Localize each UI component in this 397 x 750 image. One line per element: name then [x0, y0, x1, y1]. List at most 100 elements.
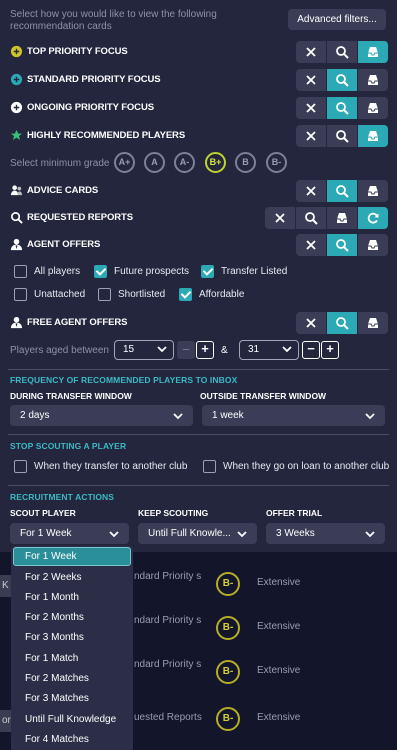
search-toggle[interactable] [327, 125, 357, 147]
inbox-toggle[interactable] [358, 69, 388, 91]
during-window-dropdown[interactable]: 2 days [10, 405, 193, 426]
grade-option[interactable]: B- [266, 152, 287, 173]
search-toggle[interactable] [327, 41, 357, 63]
search-toggle[interactable] [327, 69, 357, 91]
search-toggle[interactable] [296, 207, 326, 229]
inbox-icon [368, 240, 378, 250]
inbox-toggle[interactable] [358, 234, 388, 256]
menu-item-selected[interactable]: For 1 Week [13, 547, 131, 566]
inbox-toggle[interactable] [358, 125, 388, 147]
min-age-select[interactable]: 15 [114, 340, 174, 360]
row-label: ndard Priority s [134, 571, 202, 582]
search-icon [336, 102, 349, 115]
max-age-decrement-button[interactable]: − [302, 341, 320, 359]
inbox-icon [337, 213, 347, 223]
checkbox-box [203, 460, 216, 473]
menu-item[interactable]: For 3 Months [11, 628, 133, 647]
outside-window-value: 1 week [212, 410, 244, 421]
recommendation-filters-panel: Select how you would like to view the fo… [0, 0, 397, 552]
min-age-value: 15 [123, 344, 135, 355]
search-toggle[interactable] [327, 312, 357, 334]
search-toggle[interactable] [327, 180, 357, 202]
grade-option[interactable]: A+ [114, 152, 135, 173]
free-agent-offers-row: FREE AGENT OFFERS [0, 312, 397, 334]
max-age-increment-button[interactable]: + [321, 341, 339, 359]
menu-item[interactable]: For 2 Weeks [11, 568, 133, 587]
row-label: FREE AGENT OFFERS [27, 317, 128, 328]
row-grade: B- [216, 572, 240, 596]
stop-scouting-section-title: STOP SCOUTING A PLAYER [10, 441, 127, 451]
chevron-down-icon [365, 531, 375, 538]
scout-player-menu: For 1 Week For 2 Weeks For 1 Month For 2… [11, 546, 133, 750]
menu-item[interactable]: For 1 Month [11, 588, 133, 607]
search-icon [336, 317, 349, 330]
chevron-down-icon [173, 413, 183, 420]
hide-toggle[interactable] [296, 69, 326, 91]
search-icon [336, 239, 349, 252]
checkbox-label: Future prospects [114, 266, 190, 277]
agent-offers-row: AGENT OFFERS [0, 234, 397, 256]
grade-option[interactable]: A [144, 152, 165, 173]
hide-toggle[interactable] [296, 41, 326, 63]
search-toggle[interactable] [327, 97, 357, 119]
menu-item[interactable]: For 1 Match [11, 649, 133, 668]
agent-icon [10, 316, 23, 329]
keep-scouting-label: KEEP SCOUTING [138, 508, 209, 518]
max-age-select[interactable]: 31 [239, 340, 299, 360]
people-icon [10, 185, 23, 196]
frequency-section-title: FREQUENCY OF RECOMMENDED PLAYERS TO INBO… [10, 375, 238, 385]
advanced-filters-button[interactable]: Advanced filters... [288, 9, 386, 30]
checkbox-label: When they transfer to another club [34, 461, 188, 472]
offer-trial-dropdown[interactable]: 3 Weeks [266, 523, 385, 544]
inbox-icon [368, 318, 378, 328]
auto-refresh-toggle[interactable] [358, 207, 388, 229]
inbox-icon [368, 47, 378, 57]
grade-option[interactable]: A- [174, 152, 195, 173]
star-icon [10, 129, 23, 141]
hide-toggle[interactable] [265, 207, 295, 229]
inbox-toggle[interactable] [358, 97, 388, 119]
hide-toggle[interactable] [296, 125, 326, 147]
min-age-decrement-button[interactable]: − [177, 341, 195, 359]
keep-scouting-dropdown[interactable]: Until Full Knowle... [138, 523, 257, 544]
min-age-increment-button[interactable]: + [196, 341, 214, 359]
offer-trial-label: OFFER TRIAL [266, 508, 323, 518]
hide-toggle[interactable] [296, 180, 326, 202]
inbox-toggle[interactable] [327, 207, 357, 229]
menu-item[interactable]: For 2 Months [11, 608, 133, 627]
checkbox-label: Affordable [199, 289, 245, 300]
scout-player-dropdown[interactable]: For 1 Week [10, 523, 129, 544]
search-icon [11, 212, 23, 224]
ongoing-priority-focus-row: ONGOING PRIORITY FOCUS [0, 97, 397, 119]
ongoing-priority-icon [10, 101, 23, 114]
row-grade: B- [216, 707, 240, 731]
inbox-icon [368, 131, 378, 141]
checkbox-box [14, 460, 27, 473]
menu-item[interactable]: For 3 Matches [11, 689, 133, 708]
inbox-toggle[interactable] [358, 180, 388, 202]
menu-item[interactable]: Until Full Knowledge [11, 710, 133, 729]
chevron-down-icon [157, 346, 167, 353]
inbox-toggle[interactable] [358, 312, 388, 334]
row-label: ADVICE CARDS [27, 185, 99, 196]
search-toggle[interactable] [327, 234, 357, 256]
hide-toggle[interactable] [296, 234, 326, 256]
outside-window-dropdown[interactable]: 1 week [202, 405, 385, 426]
grade-option-selected[interactable]: B+ [205, 152, 226, 173]
close-icon [306, 131, 316, 141]
inbox-toggle[interactable] [358, 41, 388, 63]
checkbox-box [201, 265, 214, 278]
menu-item[interactable]: For 2 Matches [11, 669, 133, 688]
inbox-icon [368, 103, 378, 113]
grade-option[interactable]: B [235, 152, 256, 173]
row-label: ONGOING PRIORITY FOCUS [27, 102, 154, 113]
hide-toggle[interactable] [296, 312, 326, 334]
row-label: REQUESTED REPORTS [27, 212, 133, 223]
menu-item[interactable]: For 4 Matches [11, 730, 133, 749]
max-age-value: 31 [248, 344, 260, 355]
row-label: ndard Priority s [134, 659, 202, 670]
hide-toggle[interactable] [296, 97, 326, 119]
keep-scouting-value: Until Full Knowle... [148, 528, 231, 539]
close-icon [306, 318, 316, 328]
recruitment-section-title: RECRUITMENT ACTIONS [10, 492, 115, 502]
